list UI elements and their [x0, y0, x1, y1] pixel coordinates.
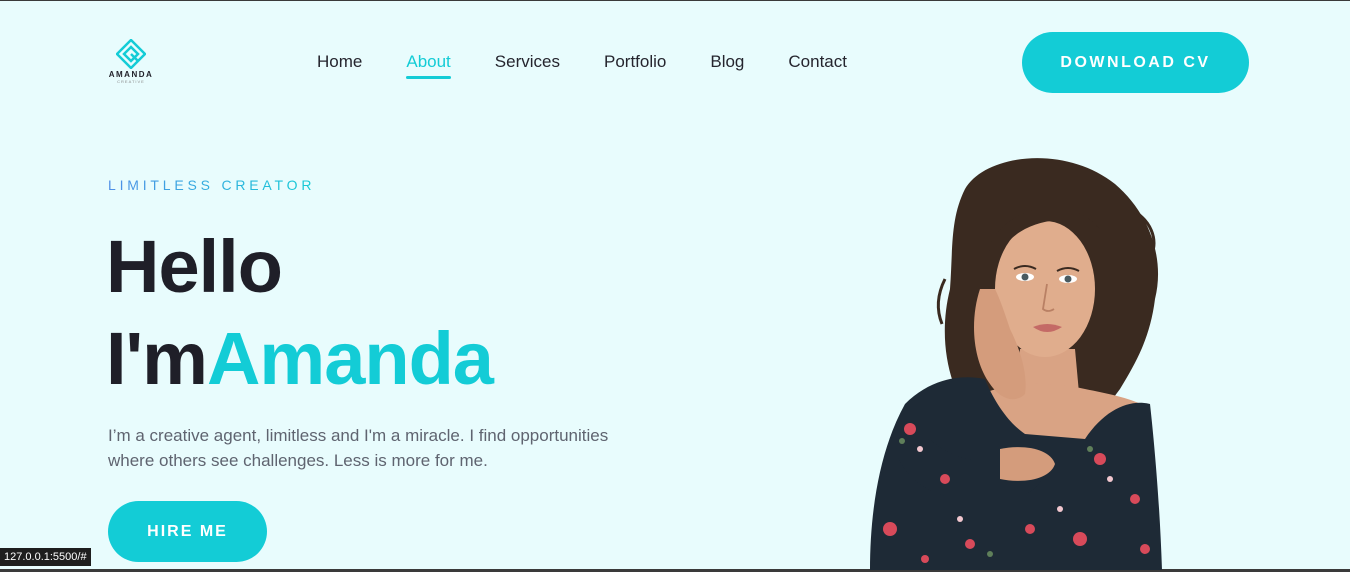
nav-about[interactable]: About	[406, 51, 452, 79]
hero-eyebrow: LIMITLESS CREATOR	[108, 177, 316, 193]
nav-portfolio[interactable]: Portfolio	[604, 51, 666, 79]
status-url: 127.0.0.1:5500/#	[0, 548, 91, 566]
hero-intro: I'm	[106, 317, 208, 400]
hero-title: Hello I'mAmanda	[106, 221, 494, 405]
nav-contact[interactable]: Contact	[788, 51, 847, 79]
hire-me-button[interactable]: HIRE ME	[108, 501, 267, 562]
nav-home[interactable]: Home	[317, 51, 362, 79]
hero-name: Amanda	[206, 317, 494, 400]
nav-services[interactable]: Services	[495, 51, 560, 79]
brand-name: AMANDA	[108, 70, 154, 79]
main-nav: Home About Services Portfolio Blog Conta…	[317, 51, 847, 81]
hero-greeting: Hello	[106, 225, 283, 308]
portrait-photo	[870, 158, 1162, 570]
nav-blog[interactable]: Blog	[710, 51, 744, 79]
landing-page: AMANDA CREATIVE Home About Services Port…	[0, 0, 1350, 572]
diamond-logo-icon	[116, 39, 146, 69]
brand-logo[interactable]: AMANDA CREATIVE	[106, 39, 156, 89]
hero-description: I’m a creative agent, limitless and I'm …	[108, 426, 609, 470]
brand-tagline: CREATIVE	[117, 79, 145, 84]
download-cv-button[interactable]: DOWNLOAD CV	[1022, 32, 1249, 93]
